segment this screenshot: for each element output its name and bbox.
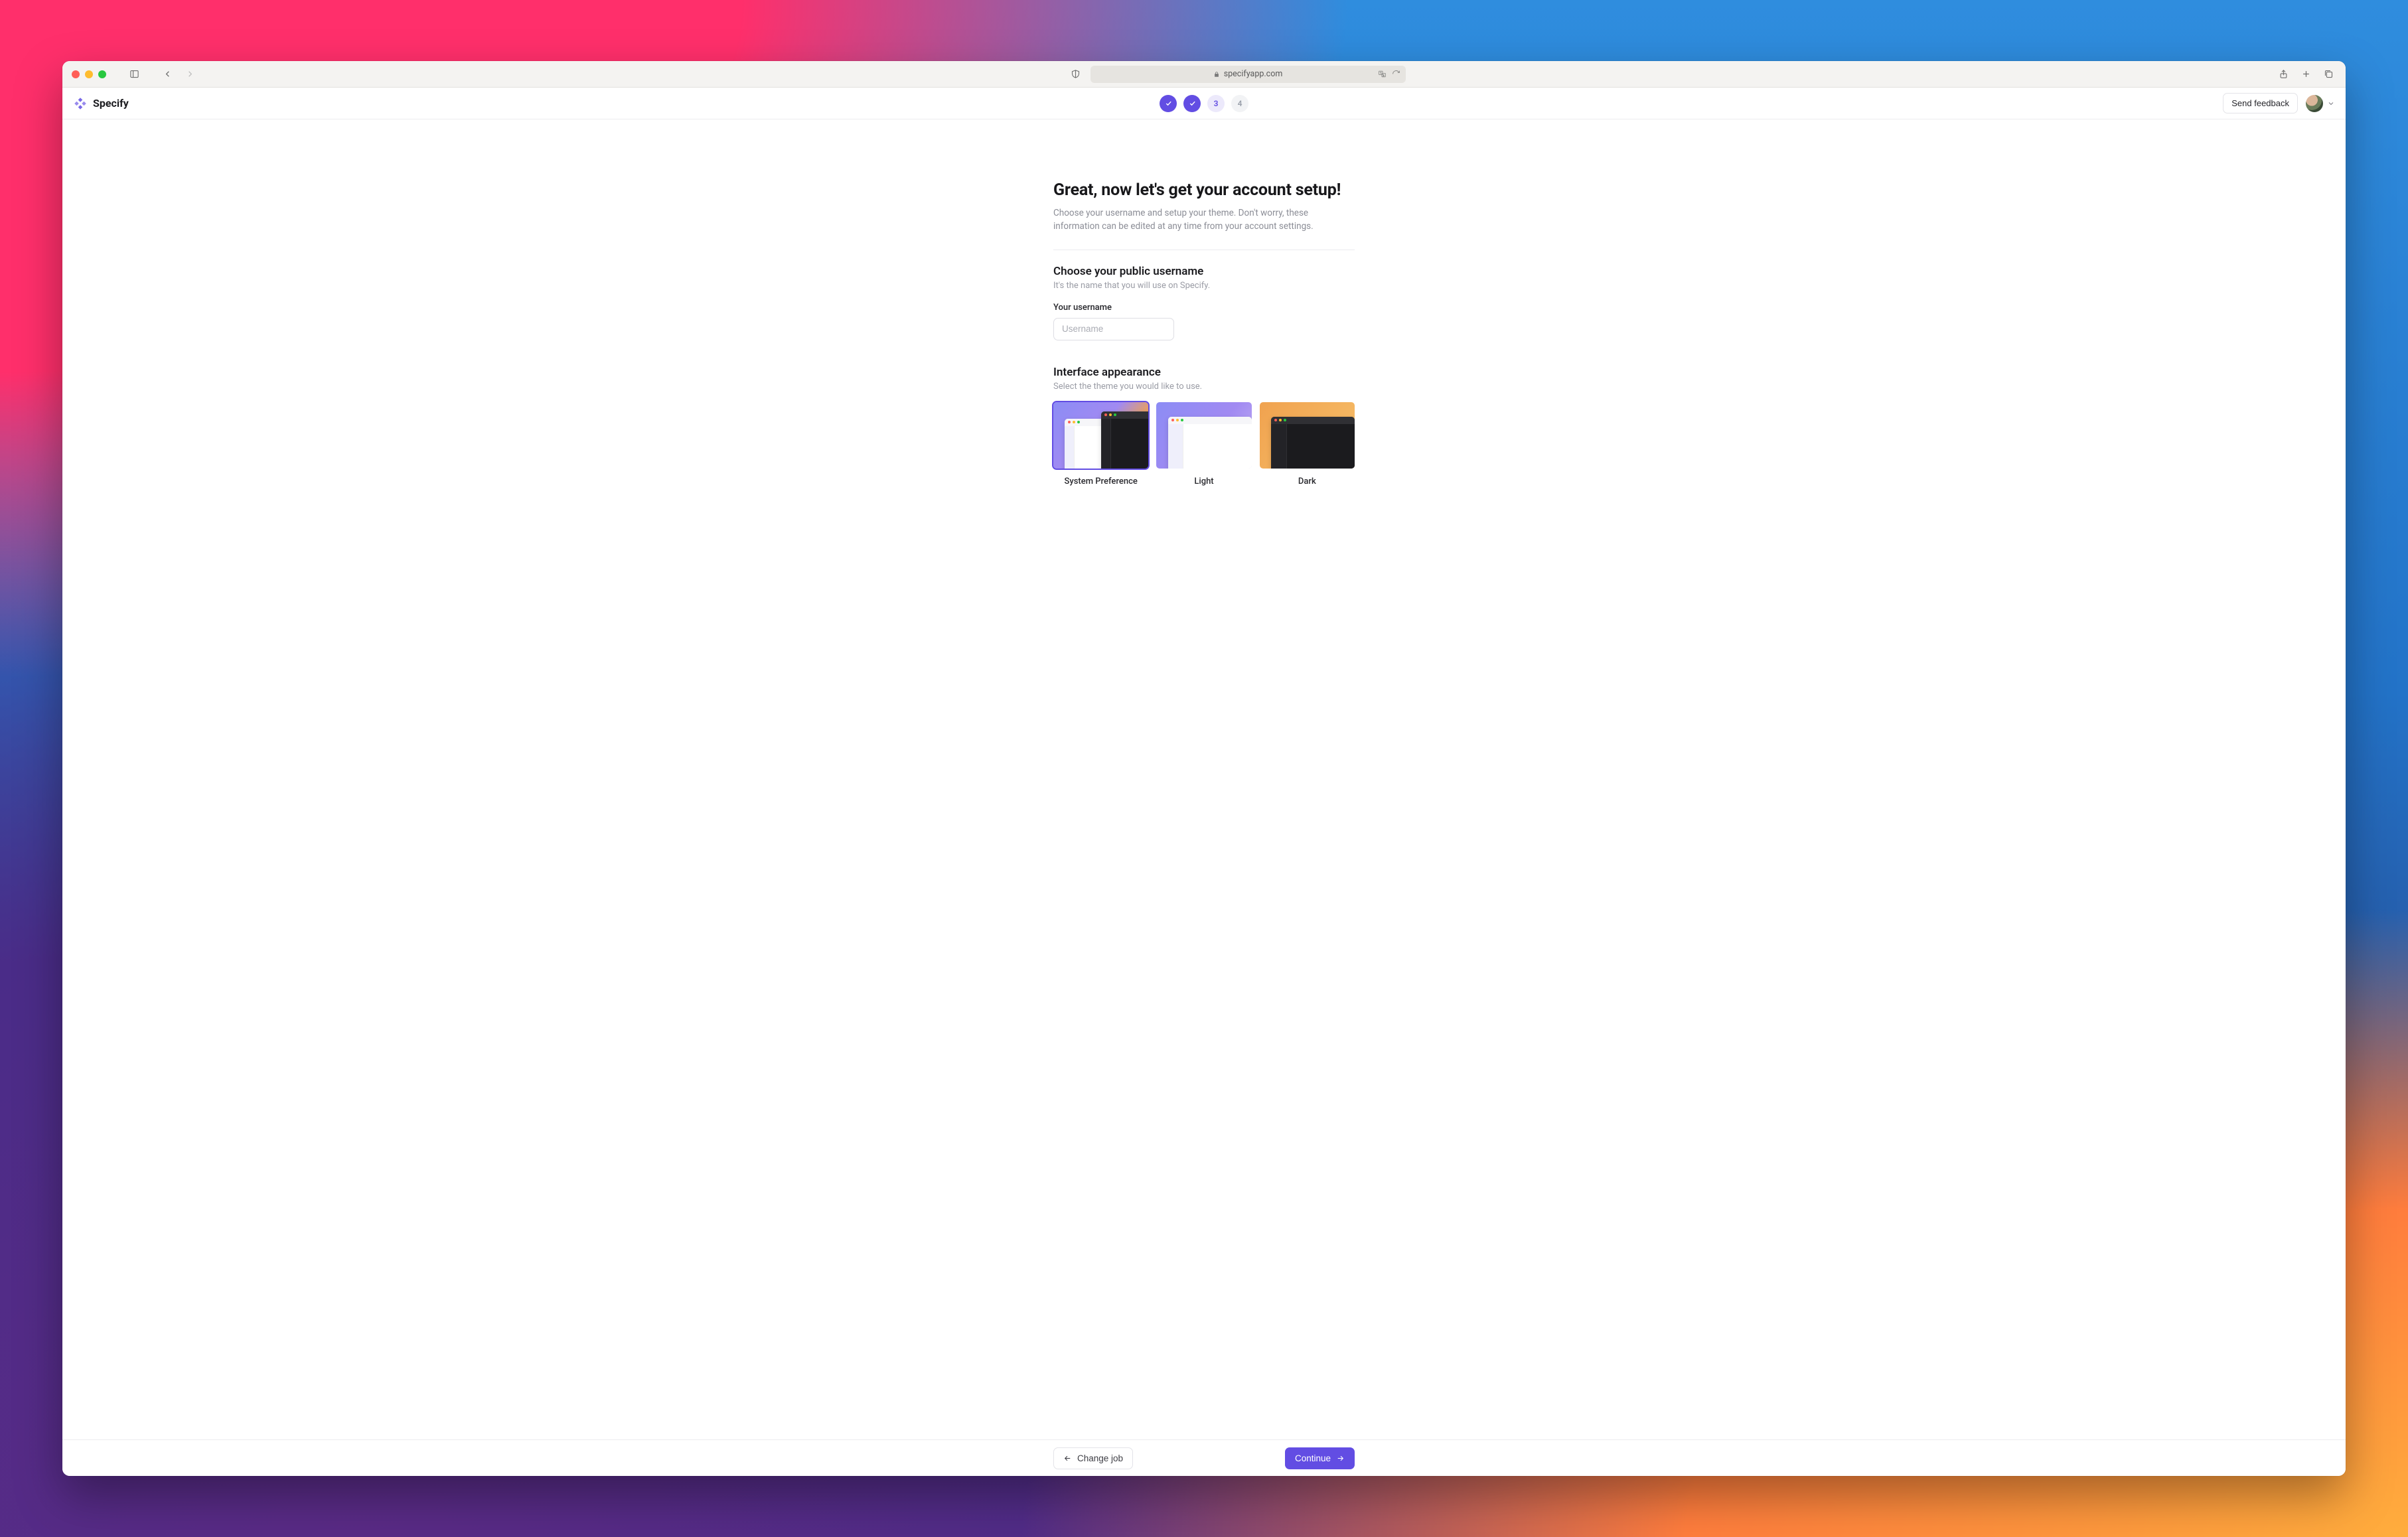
specify-app: Specify 3 4 Send feedback: [62, 88, 2346, 1476]
username-label: Your username: [1053, 303, 1355, 313]
maximize-window-button[interactable]: [98, 70, 106, 78]
close-window-button[interactable]: [72, 70, 80, 78]
section-heading: Choose your public username: [1053, 265, 1355, 278]
translate-icon[interactable]: [1378, 70, 1387, 78]
window-controls: [72, 70, 106, 78]
back-button[interactable]: [159, 66, 175, 82]
lock-icon: [1213, 71, 1220, 78]
theme-label: Light: [1194, 476, 1213, 486]
step-4[interactable]: 4: [1231, 95, 1248, 112]
url-text: specifyapp.com: [1224, 69, 1283, 79]
theme-label: Dark: [1298, 476, 1316, 486]
page-subtitle: Choose your username and setup your them…: [1053, 206, 1355, 234]
progress-stepper: 3 4: [1160, 95, 1248, 112]
new-tab-icon[interactable]: [2298, 66, 2314, 82]
theme-preview: [1156, 402, 1251, 469]
tabs-overview-icon[interactable]: [2320, 66, 2336, 82]
address-bar[interactable]: specifyapp.com: [1091, 66, 1406, 83]
setup-content: Great, now let's get your account setup!…: [62, 119, 2346, 1439]
safari-window: specifyapp.com: [62, 61, 2346, 1476]
theme-option-dark[interactable]: Dark: [1260, 402, 1355, 486]
sidebar-toggle-icon[interactable]: [126, 66, 142, 82]
app-footer: Change job Continue: [62, 1439, 2346, 1476]
back-button[interactable]: Change job: [1053, 1447, 1133, 1469]
theme-option-system[interactable]: System Preference: [1053, 402, 1148, 486]
brand[interactable]: Specify: [73, 96, 129, 111]
reload-icon[interactable]: [1392, 70, 1400, 78]
username-section: Choose your public username It's the nam…: [1053, 265, 1355, 340]
specify-logo-icon: [73, 96, 88, 111]
safari-toolbar: specifyapp.com: [62, 61, 2346, 88]
theme-option-light[interactable]: Light: [1156, 402, 1251, 486]
step-1[interactable]: [1160, 95, 1177, 112]
avatar: [2306, 95, 2323, 112]
theme-preview: [1053, 402, 1148, 469]
theme-options: System Preference Light: [1053, 402, 1355, 486]
arrow-left-icon: [1063, 1454, 1072, 1463]
appearance-section: Interface appearance Select the theme yo…: [1053, 366, 1355, 486]
check-icon: [1165, 100, 1172, 107]
back-label: Change job: [1077, 1453, 1123, 1463]
minimize-window-button[interactable]: [85, 70, 93, 78]
shield-icon[interactable]: [1068, 66, 1084, 82]
arrow-right-icon: [1336, 1454, 1345, 1463]
section-subheading: Select the theme you would like to use.: [1053, 382, 1355, 392]
section-subheading: It's the name that you will use on Speci…: [1053, 281, 1355, 291]
forward-button[interactable]: [182, 66, 198, 82]
send-feedback-button[interactable]: Send feedback: [2223, 93, 2298, 113]
continue-button[interactable]: Continue: [1285, 1447, 1355, 1469]
step-2[interactable]: [1183, 95, 1201, 112]
share-icon[interactable]: [2275, 66, 2291, 82]
chevron-down-icon: [2327, 100, 2335, 108]
section-heading: Interface appearance: [1053, 366, 1355, 379]
username-input[interactable]: [1053, 318, 1174, 340]
page-title: Great, now let's get your account setup!: [1053, 181, 1355, 200]
brand-name: Specify: [93, 97, 129, 110]
theme-label: System Preference: [1064, 476, 1137, 486]
step-3[interactable]: 3: [1207, 95, 1225, 112]
user-menu[interactable]: [2306, 95, 2335, 112]
check-icon: [1189, 100, 1196, 107]
theme-preview: [1260, 402, 1355, 469]
continue-label: Continue: [1295, 1453, 1331, 1463]
app-header: Specify 3 4 Send feedback: [62, 88, 2346, 119]
